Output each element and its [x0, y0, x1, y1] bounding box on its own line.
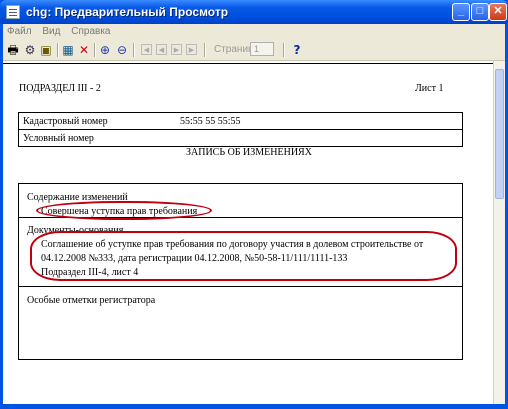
first-page-icon[interactable]: ◀ — [141, 44, 152, 55]
sheet-label: Лист 1 — [415, 83, 444, 94]
prev-page-icon[interactable]: ◀ — [156, 44, 167, 55]
conditional-label: Условный номер — [23, 133, 94, 144]
basis-highlight — [30, 231, 457, 281]
preview-window: chg: Предварительный Просмотр _ □ ✕ Файл… — [0, 0, 508, 409]
next-page-icon[interactable]: ▶ — [171, 44, 182, 55]
cadastral-value: 55:55 55 55:55 — [180, 116, 241, 127]
subsection-label: ПОДРАЗДЕЛ III - 2 — [19, 83, 101, 94]
menu-help[interactable]: Справка — [67, 24, 114, 37]
document-icon — [6, 5, 20, 19]
cancel-icon[interactable]: ✕ — [76, 42, 92, 58]
menu-bar: Файл Вид Справка — [3, 24, 505, 40]
title-bar[interactable]: chg: Предварительный Просмотр _ □ ✕ — [0, 0, 508, 24]
page-number-field[interactable]: 1 — [250, 42, 274, 56]
cadastral-label: Кадастровый номер — [23, 116, 108, 127]
minimize-button[interactable]: _ — [452, 3, 470, 21]
export-icon[interactable]: ▦ — [60, 42, 76, 58]
vertical-scrollbar[interactable] — [493, 61, 505, 404]
last-page-icon[interactable]: ▶ — [186, 44, 197, 55]
close-button[interactable]: ✕ — [489, 3, 507, 21]
print-icon[interactable]: 🖶 — [5, 42, 21, 58]
window-title: chg: Предварительный Просмотр — [26, 5, 229, 19]
help-icon[interactable]: ? — [289, 42, 305, 58]
maximize-button[interactable]: □ — [471, 3, 489, 21]
toolbar: 🖶 ⚙ ▣ ▦ ✕ ⊕ ⊖ ◀ ◀ ▶ ▶ Страница 1 ? — [3, 40, 505, 61]
registrar-notes-label: Особые отметки регистратора — [27, 295, 156, 306]
save-icon[interactable]: ▣ — [38, 42, 54, 58]
changes-highlight — [36, 201, 212, 220]
record-title: ЗАПИСЬ ОБ ИЗМЕНЕНИЯХ — [186, 147, 312, 158]
scroll-thumb[interactable] — [495, 69, 504, 199]
zoom-out-icon[interactable]: ⊖ — [114, 42, 130, 58]
print-setup-icon[interactable]: ⚙ — [22, 42, 38, 58]
menu-file[interactable]: Файл — [3, 24, 36, 37]
zoom-in-icon[interactable]: ⊕ — [97, 42, 113, 58]
preview-page: ПОДРАЗДЕЛ III - 2 Лист 1 Кадастровый ном… — [3, 61, 493, 404]
menu-view[interactable]: Вид — [38, 24, 64, 37]
